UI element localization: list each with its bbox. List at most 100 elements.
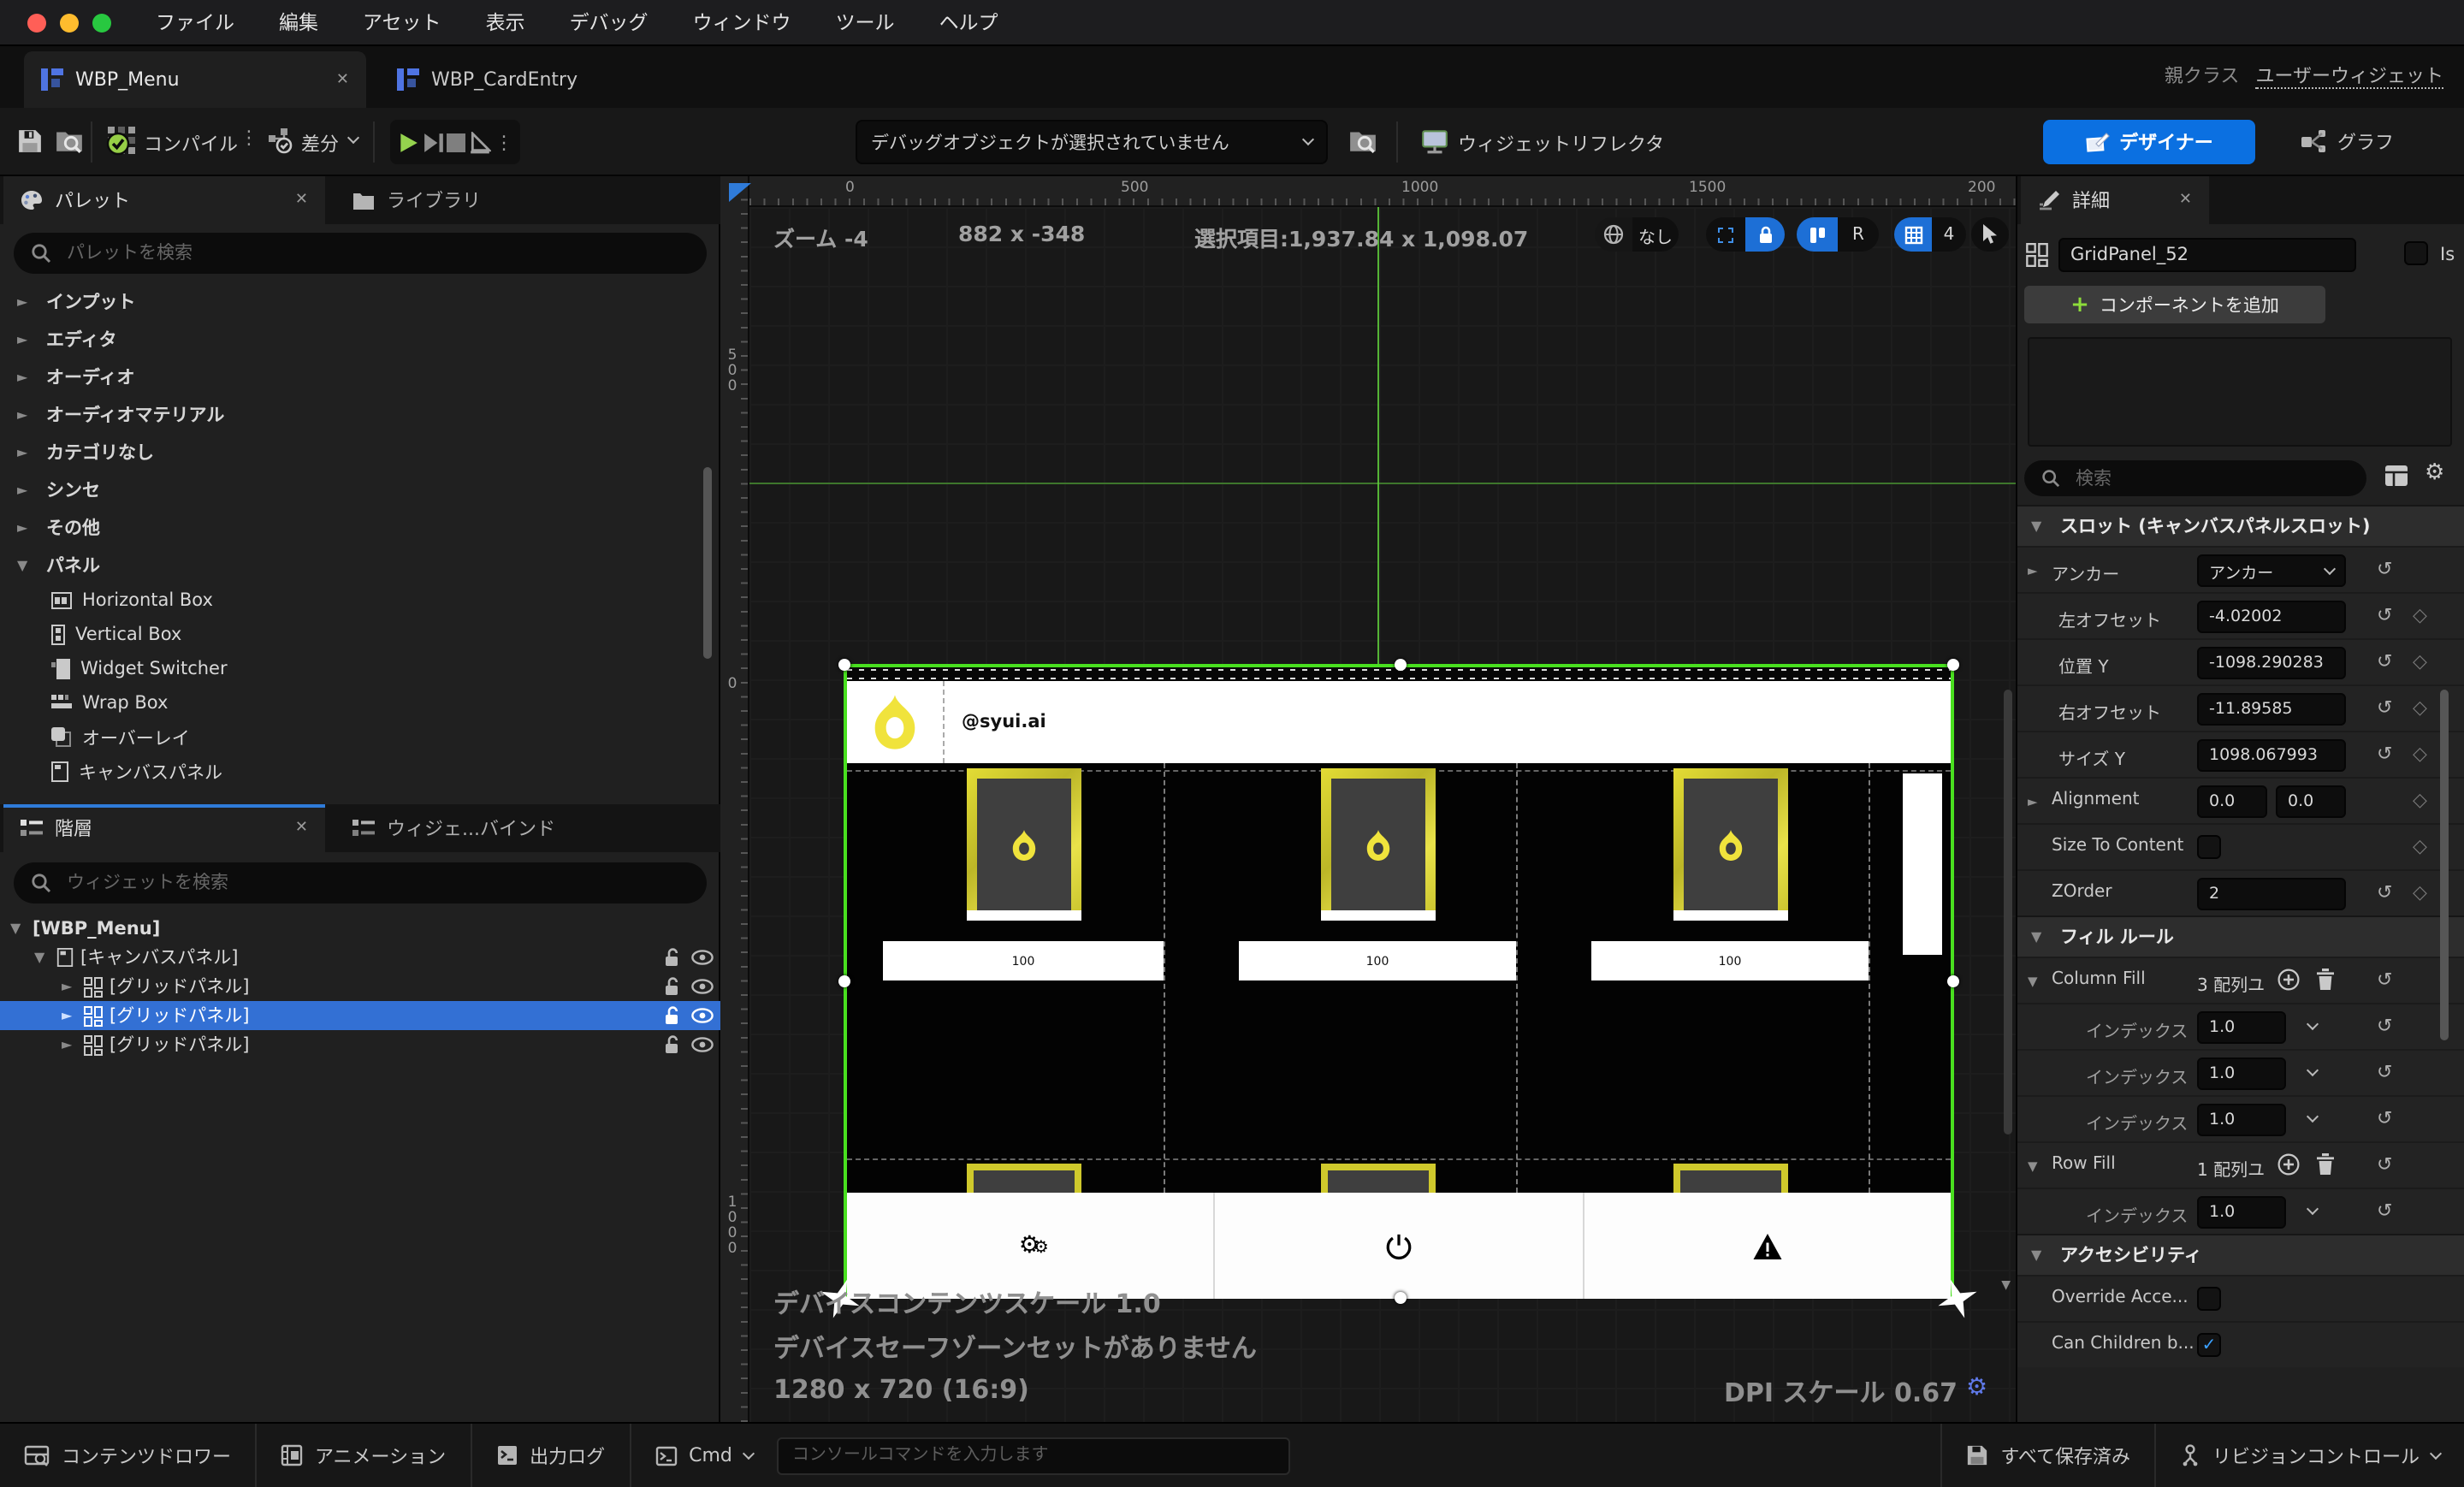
widget-name-input[interactable] <box>2058 238 2356 272</box>
size-to-content-checkbox[interactable] <box>2197 835 2221 859</box>
minimize-window-button[interactable] <box>60 13 79 32</box>
resize-arrow-handle[interactable] <box>1937 1278 1978 1319</box>
output-log-button[interactable]: 出力ログ <box>471 1424 629 1487</box>
visibility-eye-icon[interactable] <box>691 979 714 994</box>
alignment-x-input[interactable] <box>2197 785 2267 818</box>
revision-control-dropdown[interactable]: リビジョンコントロール <box>2156 1424 2464 1487</box>
graph-mode-button[interactable]: グラフ <box>2301 120 2394 164</box>
cursor-tool-icon[interactable] <box>1971 217 2009 252</box>
columns-icon[interactable] <box>1797 217 1838 252</box>
left-offset-input[interactable] <box>2197 601 2346 633</box>
tree-row-grid-panel-2-selected[interactable]: ► [グリッドパネル] <box>0 1001 720 1030</box>
reset-icon[interactable]: ↺ <box>2377 743 2392 765</box>
compile-status-icon[interactable] <box>106 125 137 156</box>
card-item-2[interactable] <box>1321 768 1436 921</box>
tab-wbp-cardentry[interactable]: WBP_CardEntry <box>380 51 637 108</box>
designer-mode-button[interactable]: デザイナー <box>2043 120 2255 164</box>
designer-viewport[interactable]: 0 500 1000 1500 200 500 0 1000 ズーム -4 88… <box>720 176 2016 1422</box>
index-input[interactable] <box>2197 1011 2286 1044</box>
reset-icon[interactable]: ↺ <box>2377 558 2392 580</box>
tab-library[interactable]: ライブラリ <box>335 176 541 224</box>
animation-button[interactable]: アニメーション <box>257 1424 470 1487</box>
can-children-checkbox[interactable]: ✓ <box>2197 1333 2221 1357</box>
lock-icon[interactable] <box>1745 217 1785 252</box>
globe-icon[interactable] <box>1595 217 1632 252</box>
index-input[interactable] <box>2197 1196 2286 1229</box>
collapse-icon[interactable]: ► <box>62 1008 77 1023</box>
add-element-icon[interactable] <box>2277 969 2300 991</box>
reset-icon[interactable]: ↺ <box>2377 604 2392 626</box>
tree-row-canvas-panel[interactable]: ▼ [キャンバスパネル] <box>0 943 720 972</box>
dpi-settings-gear-icon[interactable]: ⚙ <box>1966 1374 1987 1401</box>
cmd-dropdown[interactable]: Cmd <box>631 1424 777 1487</box>
card-item-1[interactable] <box>967 768 1081 921</box>
palette-category-synth[interactable]: ►シンセ <box>0 471 720 508</box>
palette-search-input[interactable] <box>63 241 690 265</box>
canvas-scrollbar-thumb[interactable] <box>2004 690 2012 1135</box>
save-all-button[interactable]: すべて保存済み <box>1942 1424 2154 1487</box>
is-variable-checkbox[interactable] <box>2404 241 2428 265</box>
menu-window[interactable]: ウィンドウ <box>693 9 791 36</box>
tab-widget-bind[interactable]: ウィジェ...バインド <box>335 804 609 852</box>
grid-snap-size[interactable]: 4 <box>1932 217 1966 252</box>
alignment-y-input[interactable] <box>2276 785 2346 818</box>
tree-row-grid-panel-1[interactable]: ► [グリッドパネル] <box>0 972 720 1001</box>
menu-debug[interactable]: デバッグ <box>570 9 649 36</box>
add-component-button[interactable]: + コンポーネントを追加 <box>2024 286 2325 323</box>
reset-icon[interactable]: ↺ <box>2377 1200 2392 1222</box>
save-icon[interactable] <box>17 128 43 154</box>
tab-wbp-menu[interactable]: WBP_Menu ✕ <box>24 51 366 108</box>
palette-item-overlay[interactable]: オーバーレイ <box>0 720 720 755</box>
r-toggle-button[interactable]: R <box>1838 217 1879 252</box>
palette-category-audiomaterial[interactable]: ►オーディオマテリアル <box>0 395 720 433</box>
warning-button[interactable] <box>1584 1193 1951 1299</box>
components-list-box[interactable] <box>2028 337 2452 447</box>
index-input[interactable] <box>2197 1104 2286 1136</box>
details-scrollbar[interactable] <box>2440 690 2449 1040</box>
index-input[interactable] <box>2197 1057 2286 1090</box>
unlock-icon[interactable] <box>664 1035 681 1054</box>
section-accessibility[interactable]: ▼ アクセシビリティ <box>2017 1234 2464 1275</box>
resize-handle[interactable] <box>1947 975 1959 987</box>
bind-diamond-icon[interactable]: ◇ <box>2413 881 2427 903</box>
menu-edit[interactable]: 編集 <box>279 9 318 36</box>
tab-hierarchy[interactable]: 階層 ✕ <box>3 804 325 852</box>
scrollbar-down-arrow-icon[interactable]: ▼ <box>2001 1278 2011 1292</box>
palette-category-uncategorized[interactable]: ►カテゴリなし <box>0 433 720 471</box>
chevron-down-icon[interactable] <box>2307 1203 2319 1215</box>
browse-asset-icon[interactable] <box>55 127 84 154</box>
close-panel-icon[interactable]: ✕ <box>295 820 308 837</box>
settings-button[interactable]: ⚙⚙ <box>847 1193 1216 1299</box>
localization-none-button[interactable]: なし <box>1632 217 1679 252</box>
trash-icon[interactable] <box>2315 969 2336 991</box>
preview-scrollbar-thumb[interactable] <box>1903 773 1942 955</box>
reset-icon[interactable]: ↺ <box>2377 1061 2392 1083</box>
compile-options-kebab-icon[interactable]: ⋮ <box>240 127 258 149</box>
add-element-icon[interactable] <box>2277 1153 2300 1176</box>
palette-scrollbar[interactable] <box>703 467 712 659</box>
play-button[interactable] <box>397 131 419 153</box>
reset-icon[interactable]: ↺ <box>2377 969 2392 991</box>
expand-icon[interactable]: ▼ <box>2028 974 2038 989</box>
resize-handle[interactable] <box>1947 659 1959 671</box>
tree-row-grid-panel-3[interactable]: ► [グリッドパネル] <box>0 1030 720 1059</box>
bind-diamond-icon[interactable]: ◇ <box>2413 604 2427 626</box>
visibility-eye-icon[interactable] <box>691 950 714 965</box>
size-y-input[interactable] <box>2197 739 2346 772</box>
resize-handle[interactable] <box>1395 1292 1407 1304</box>
chevron-down-icon[interactable] <box>2307 1018 2319 1030</box>
bind-diamond-icon[interactable]: ◇ <box>2413 696 2427 719</box>
card-item-3[interactable] <box>1673 768 1788 921</box>
close-panel-icon[interactable]: ✕ <box>295 192 308 209</box>
trash-icon[interactable] <box>2315 1153 2336 1176</box>
resize-handle[interactable] <box>838 975 850 987</box>
reset-icon[interactable]: ↺ <box>2377 881 2392 903</box>
palette-item-vertical-box[interactable]: Vertical Box <box>0 618 720 652</box>
compile-button[interactable]: コンパイル <box>144 130 238 157</box>
widget-preview-selected[interactable]: @syui.ai 100 1 <box>844 664 1954 1299</box>
palette-item-wrap-box[interactable]: Wrap Box <box>0 686 720 720</box>
play-options-kebab-icon[interactable]: ⋮ <box>495 131 513 153</box>
bind-diamond-icon[interactable]: ◇ <box>2413 743 2427 765</box>
property-matrix-icon[interactable] <box>2384 464 2409 488</box>
close-tab-icon[interactable]: ✕ <box>336 71 349 88</box>
